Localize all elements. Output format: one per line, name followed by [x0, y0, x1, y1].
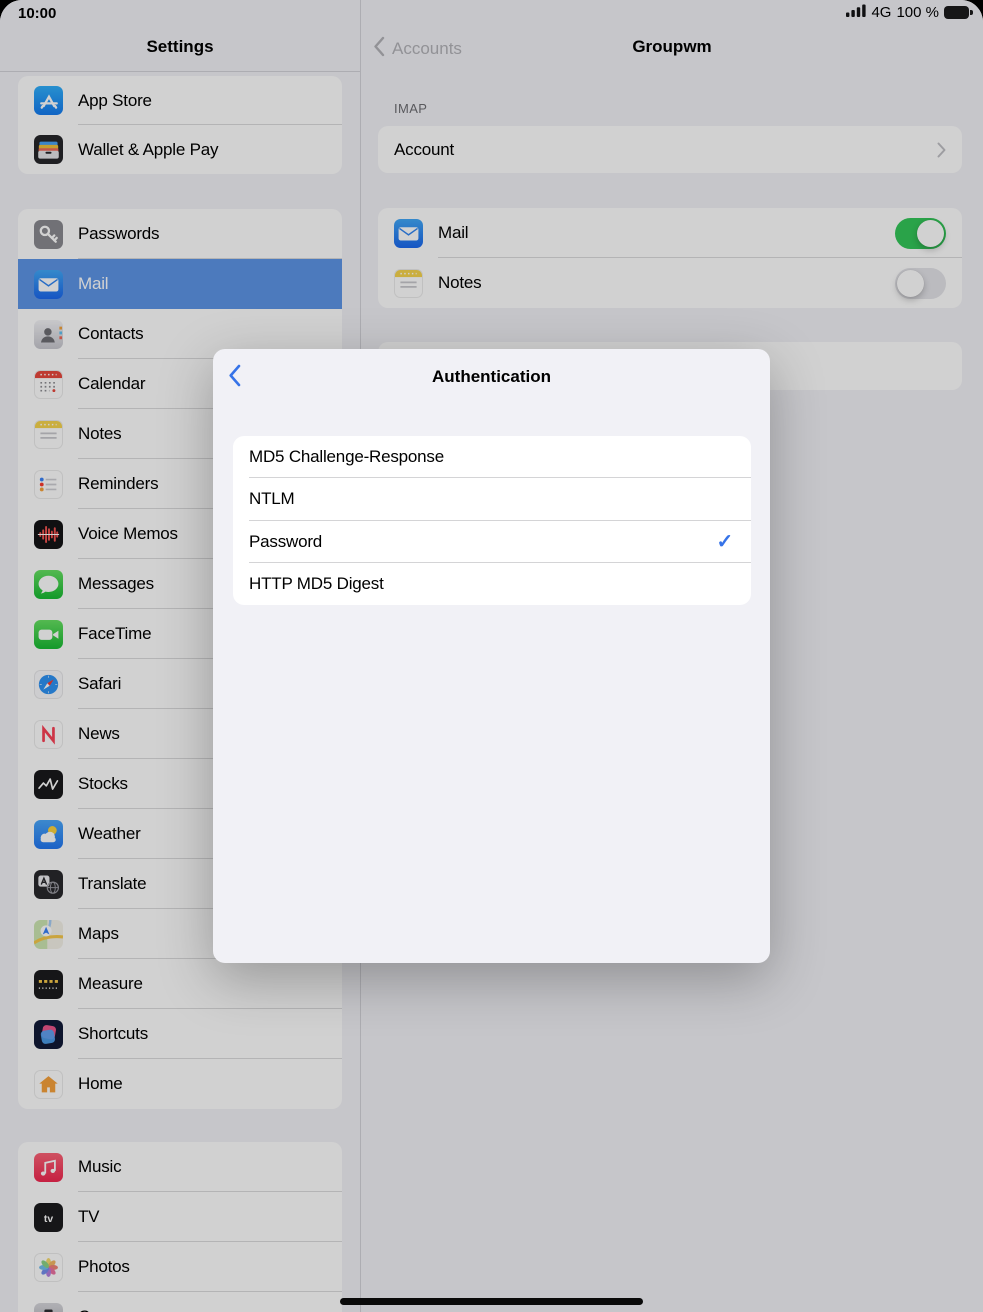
auth-option-http-md5-digest[interactable]: HTTP MD5 Digest ✓ [233, 563, 751, 605]
auth-option-md5-challenge-response[interactable]: MD5 Challenge-Response ✓ [233, 436, 751, 478]
ipad-settings-screen: 10:00 4G 100 % Settings App Store Wallet… [0, 0, 983, 1312]
auth-option-label: HTTP MD5 Digest [249, 574, 384, 594]
auth-option-label: MD5 Challenge-Response [249, 447, 444, 467]
modal-title: Authentication [213, 367, 770, 387]
auth-option-password[interactable]: Password ✓ [233, 521, 751, 563]
auth-option-label: Password [249, 532, 322, 552]
auth-option-label: NTLM [249, 489, 294, 509]
authentication-modal: Authentication MD5 Challenge-Response ✓ … [213, 349, 770, 963]
checkmark-icon: ✓ [716, 529, 733, 554]
auth-option-ntlm[interactable]: NTLM ✓ [233, 478, 751, 520]
home-indicator[interactable] [340, 1298, 643, 1305]
auth-options-card: MD5 Challenge-Response ✓ NTLM ✓ Password… [233, 436, 751, 605]
